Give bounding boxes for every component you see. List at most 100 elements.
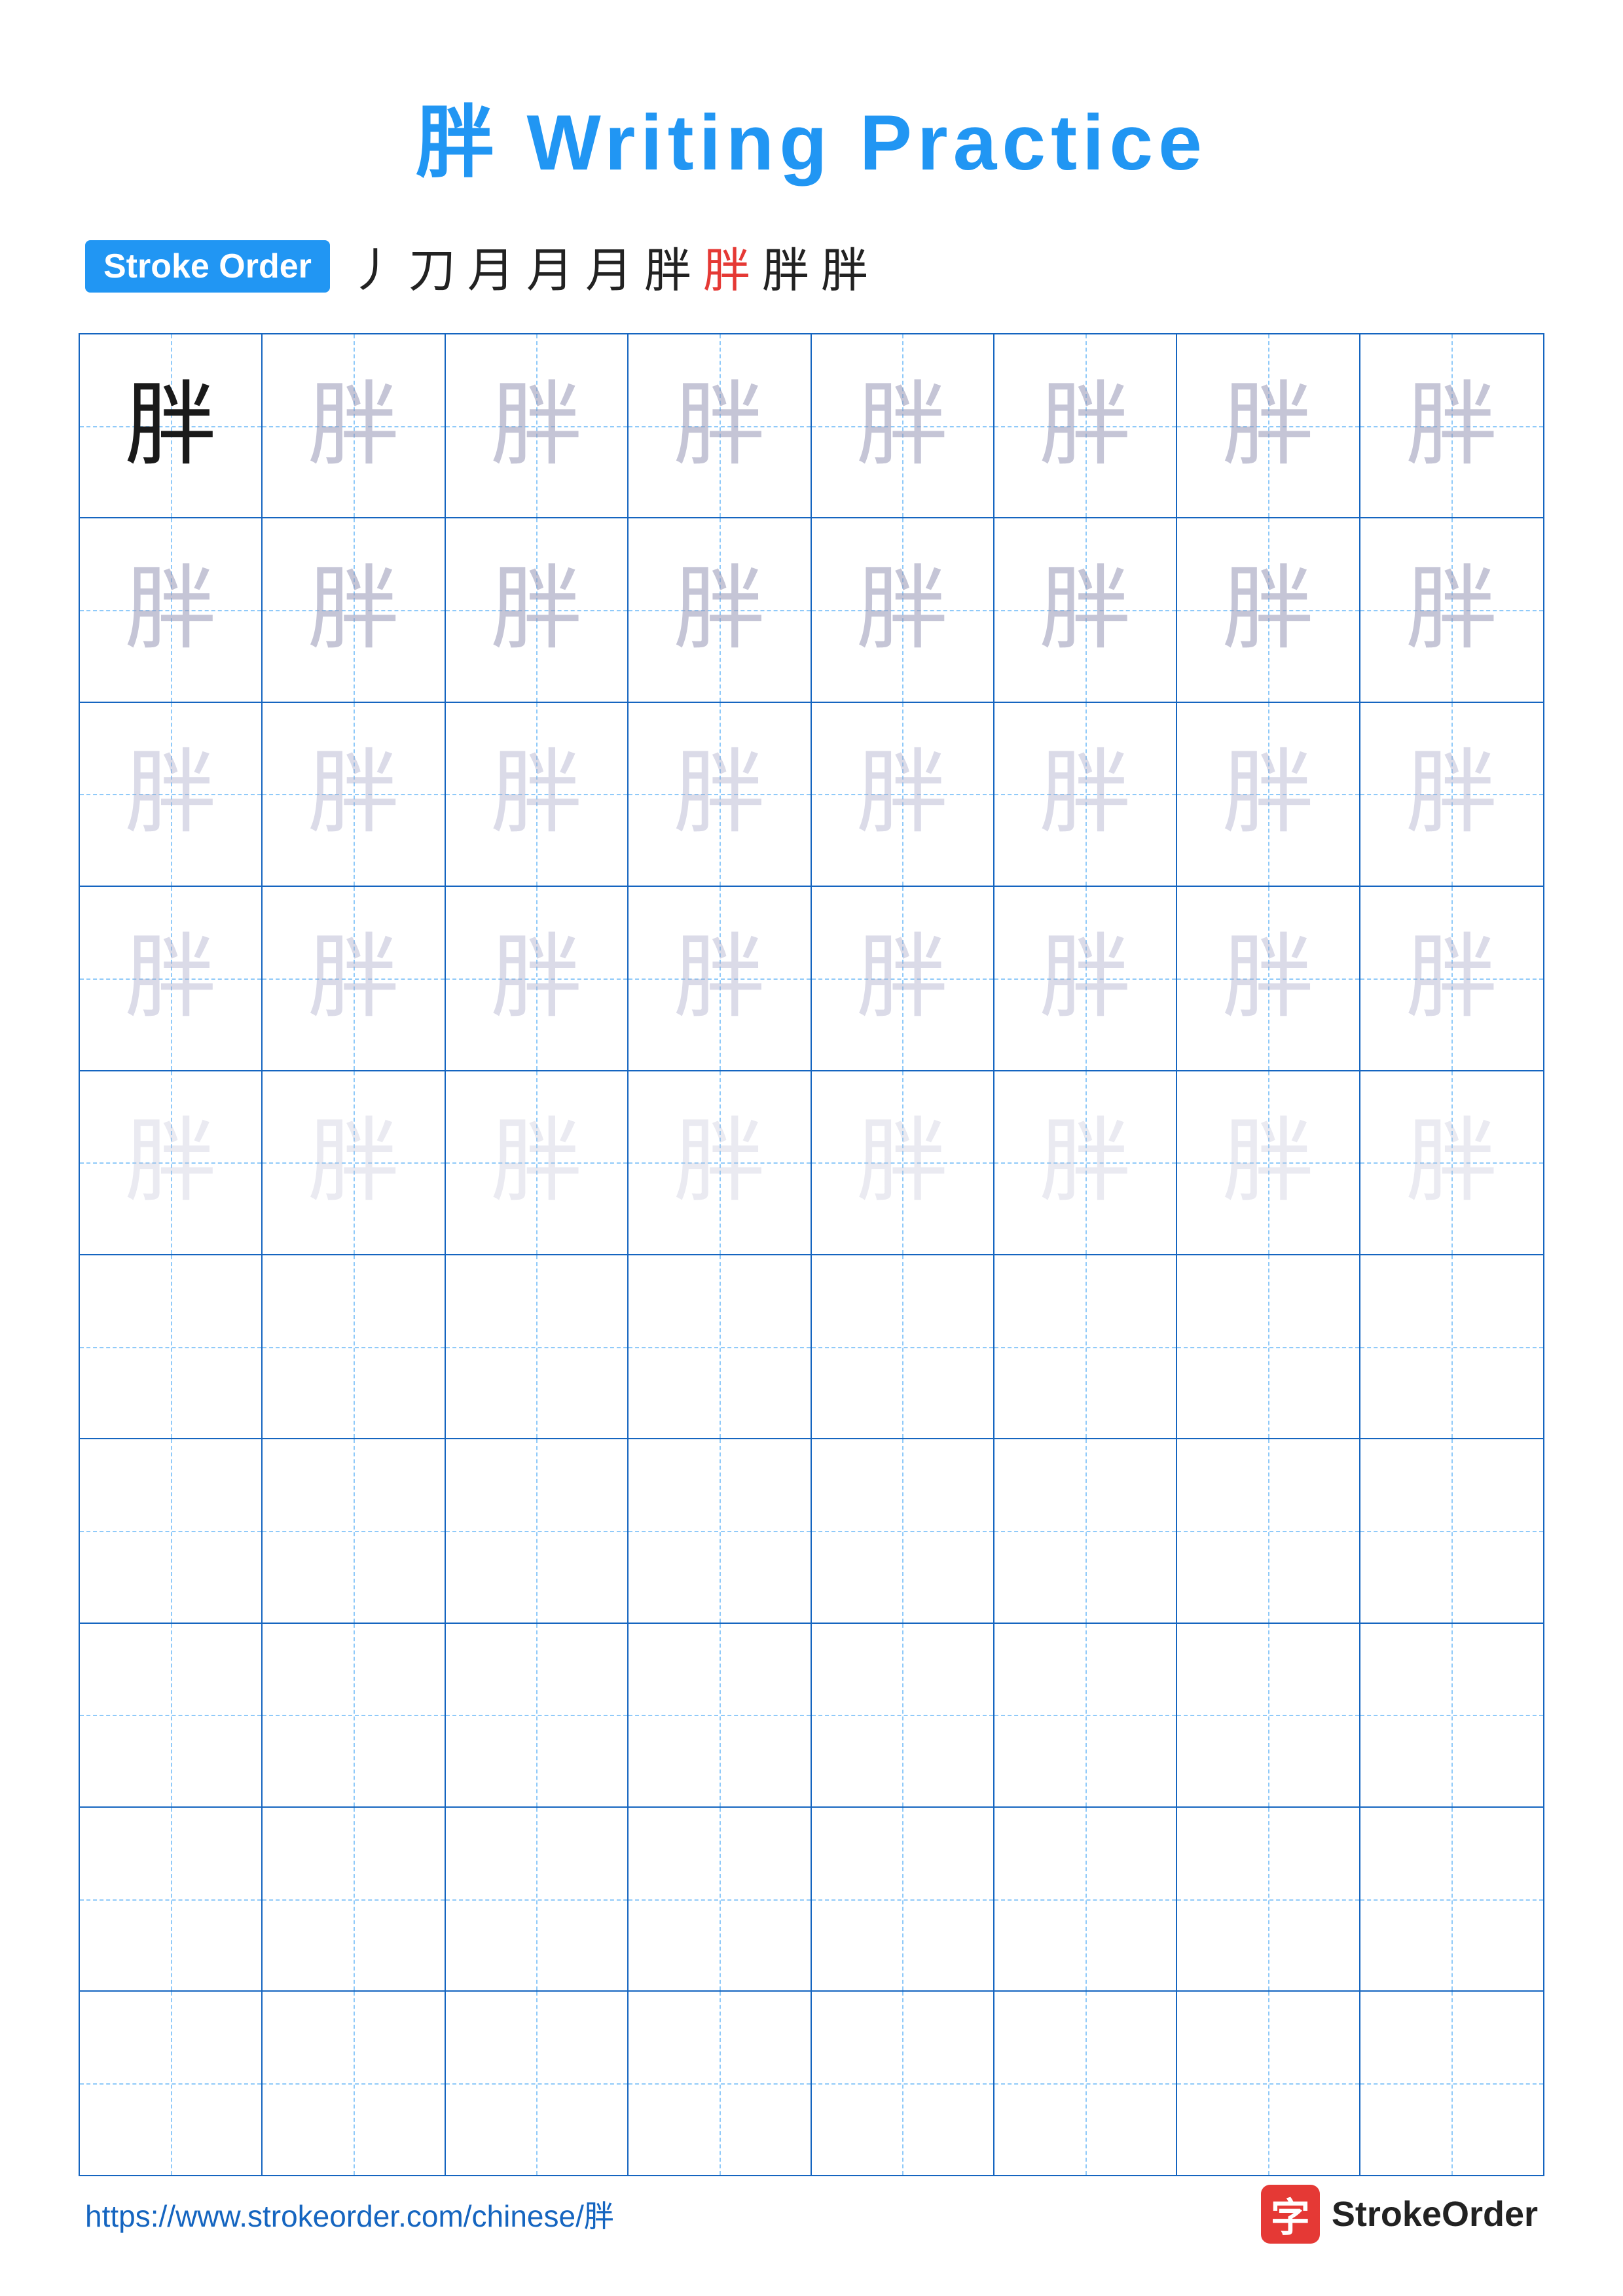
grid-cell: 胖 xyxy=(446,703,629,886)
grid-cell: 胖 xyxy=(263,518,445,701)
grid-cell: 胖 xyxy=(80,1071,263,1254)
stroke-1: 丿 xyxy=(350,232,397,300)
grid-cell[interactable] xyxy=(446,1255,629,1438)
grid-cell: 胖 xyxy=(994,887,1177,1069)
grid-cell: 胖 xyxy=(263,703,445,886)
footer-logo: 字 StrokeOrder xyxy=(1261,2185,1538,2244)
grid-cell[interactable] xyxy=(1360,1992,1543,2174)
grid-cell: 胖 xyxy=(629,518,811,701)
grid-row-1: 胖 胖 胖 胖 胖 胖 胖 胖 xyxy=(80,334,1543,518)
grid-cell: 胖 xyxy=(1177,703,1360,886)
grid-cell: 胖 xyxy=(80,703,263,886)
grid-cell: 胖 xyxy=(629,334,811,517)
footer-url[interactable]: https://www.strokeorder.com/chinese/胖 xyxy=(85,2193,614,2236)
grid-cell[interactable] xyxy=(263,1624,445,1806)
grid-cell: 胖 xyxy=(446,1071,629,1254)
stroke-sequence: 丿 刀 月 月 月 胖 胖 胖 胖 xyxy=(350,232,868,300)
grid-row-8 xyxy=(80,1624,1543,1808)
grid-cell[interactable] xyxy=(80,1255,263,1438)
grid-cell[interactable] xyxy=(263,1439,445,1622)
grid-cell: 胖 xyxy=(1360,518,1543,701)
grid-cell[interactable] xyxy=(1177,1624,1360,1806)
grid-cell[interactable] xyxy=(1177,1808,1360,1990)
grid-row-9 xyxy=(80,1808,1543,1992)
grid-cell: 胖 xyxy=(446,334,629,517)
stroke-7: 胖 xyxy=(703,232,750,300)
grid-row-5: 胖 胖 胖 胖 胖 胖 胖 胖 xyxy=(80,1071,1543,1255)
grid-cell[interactable] xyxy=(1177,1255,1360,1438)
grid-cell[interactable] xyxy=(80,1808,263,1990)
practice-grid: 胖 胖 胖 胖 胖 胖 胖 胖 胖 胖 胖 胖 胖 胖 胖 胖 胖 胖 胖 胖 … xyxy=(79,333,1544,2176)
grid-cell[interactable] xyxy=(263,1255,445,1438)
grid-cell: 胖 xyxy=(1177,1071,1360,1254)
grid-cell[interactable] xyxy=(812,1808,994,1990)
grid-row-10 xyxy=(80,1992,1543,2174)
footer: https://www.strokeorder.com/chinese/胖 字 … xyxy=(0,2185,1623,2244)
grid-row-6 xyxy=(80,1255,1543,1439)
grid-cell: 胖 xyxy=(263,887,445,1069)
grid-cell[interactable] xyxy=(446,1624,629,1806)
grid-row-2: 胖 胖 胖 胖 胖 胖 胖 胖 xyxy=(80,518,1543,702)
grid-cell: 胖 xyxy=(1360,334,1543,517)
grid-cell: 胖 xyxy=(629,703,811,886)
grid-cell[interactable] xyxy=(629,1992,811,2174)
grid-cell: 胖 xyxy=(263,1071,445,1254)
stroke-3: 月 xyxy=(467,232,515,300)
grid-cell[interactable] xyxy=(812,1439,994,1622)
page-title: 胖 Writing Practice xyxy=(0,0,1623,192)
grid-cell[interactable] xyxy=(994,1808,1177,1990)
stroke-6: 胖 xyxy=(644,232,691,300)
logo-icon: 字 xyxy=(1261,2185,1320,2244)
grid-cell[interactable] xyxy=(994,1439,1177,1622)
grid-cell[interactable] xyxy=(994,1992,1177,2174)
stroke-9: 胖 xyxy=(821,232,868,300)
grid-cell: 胖 xyxy=(263,334,445,517)
grid-cell[interactable] xyxy=(1360,1439,1543,1622)
grid-cell[interactable] xyxy=(629,1808,811,1990)
grid-cell[interactable] xyxy=(1360,1255,1543,1438)
grid-cell[interactable] xyxy=(1360,1808,1543,1990)
grid-cell: 胖 xyxy=(80,334,263,517)
grid-cell: 胖 xyxy=(812,334,994,517)
grid-cell[interactable] xyxy=(812,1255,994,1438)
grid-cell[interactable] xyxy=(263,1808,445,1990)
grid-cell: 胖 xyxy=(1360,703,1543,886)
logo-name: StrokeOrder xyxy=(1332,2194,1538,2234)
stroke-order-badge: Stroke Order xyxy=(85,240,330,293)
grid-cell[interactable] xyxy=(80,1992,263,2174)
grid-cell: 胖 xyxy=(994,334,1177,517)
grid-cell[interactable] xyxy=(446,1808,629,1990)
grid-cell: 胖 xyxy=(629,1071,811,1254)
grid-cell: 胖 xyxy=(80,887,263,1069)
stroke-8: 胖 xyxy=(762,232,809,300)
grid-cell[interactable] xyxy=(812,1992,994,2174)
grid-cell[interactable] xyxy=(629,1624,811,1806)
grid-cell: 胖 xyxy=(1360,887,1543,1069)
grid-cell: 胖 xyxy=(80,518,263,701)
grid-cell: 胖 xyxy=(994,518,1177,701)
grid-cell[interactable] xyxy=(446,1439,629,1622)
grid-cell: 胖 xyxy=(446,887,629,1069)
grid-cell[interactable] xyxy=(1360,1624,1543,1806)
grid-cell[interactable] xyxy=(263,1992,445,2174)
stroke-2: 刀 xyxy=(409,232,456,300)
stroke-4: 月 xyxy=(526,232,574,300)
grid-cell: 胖 xyxy=(812,703,994,886)
grid-cell[interactable] xyxy=(994,1255,1177,1438)
grid-cell: 胖 xyxy=(994,1071,1177,1254)
grid-cell[interactable] xyxy=(812,1624,994,1806)
grid-cell[interactable] xyxy=(80,1624,263,1806)
stroke-order-row: Stroke Order 丿 刀 月 月 月 胖 胖 胖 胖 xyxy=(0,192,1623,320)
grid-cell[interactable] xyxy=(80,1439,263,1622)
grid-cell[interactable] xyxy=(446,1992,629,2174)
grid-cell[interactable] xyxy=(629,1439,811,1622)
grid-cell[interactable] xyxy=(1177,1992,1360,2174)
grid-cell: 胖 xyxy=(1177,518,1360,701)
stroke-5: 月 xyxy=(585,232,632,300)
grid-cell[interactable] xyxy=(629,1255,811,1438)
grid-cell: 胖 xyxy=(812,887,994,1069)
grid-cell[interactable] xyxy=(994,1624,1177,1806)
grid-cell: 胖 xyxy=(629,887,811,1069)
grid-cell[interactable] xyxy=(1177,1439,1360,1622)
grid-row-4: 胖 胖 胖 胖 胖 胖 胖 胖 xyxy=(80,887,1543,1071)
